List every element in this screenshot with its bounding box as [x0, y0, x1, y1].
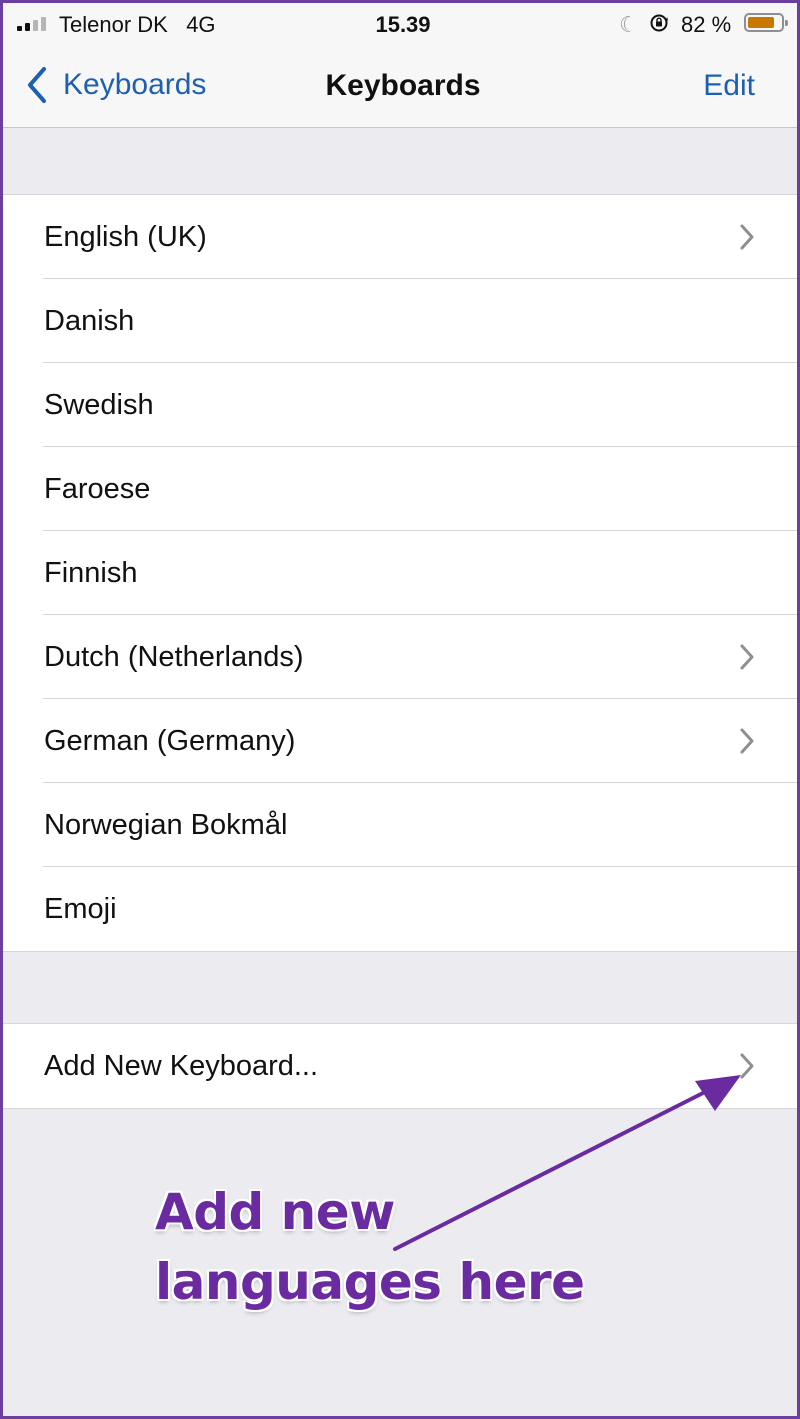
keyboard-row-swedish[interactable]: Swedish [3, 363, 797, 447]
keyboard-label: Danish [44, 304, 135, 337]
keyboard-label: Emoji [44, 892, 117, 925]
keyboard-row-emoji[interactable]: Emoji [3, 867, 797, 951]
keyboard-row-dutch[interactable]: Dutch (Netherlands) [3, 615, 797, 699]
navigation-bar: Keyboards Keyboards Edit [3, 47, 797, 127]
chevron-right-icon [740, 224, 754, 250]
edit-button[interactable]: Edit [703, 69, 755, 103]
keyboard-row-norwegian[interactable]: Norwegian Bokmål [3, 783, 797, 867]
orientation-lock-icon [650, 14, 668, 32]
keyboard-row-finnish[interactable]: Finnish [3, 531, 797, 615]
keyboard-label: Faroese [44, 472, 151, 505]
status-bar: Telenor DK 4G 15.39 ☾ 82 % [3, 3, 797, 47]
page-title: Keyboards [325, 69, 481, 102]
keyboard-row-faroese[interactable]: Faroese [3, 447, 797, 531]
chevron-right-icon [740, 728, 754, 754]
keyboard-label: Finnish [44, 556, 138, 589]
annotation-line-1: Add new [155, 1183, 395, 1241]
add-new-keyboard-row[interactable]: Add New Keyboard... [3, 1024, 797, 1108]
keyboard-label: English (UK) [44, 220, 207, 253]
moon-icon: ☾ [619, 12, 639, 37]
chevron-right-icon [740, 1053, 754, 1079]
chevron-right-icon [740, 644, 754, 670]
top-bar: Telenor DK 4G 15.39 ☾ 82 % Keyboards Key… [3, 3, 797, 128]
keyboards-list: English (UK) Danish Swedish Faroese Finn… [3, 194, 797, 952]
keyboard-label: Dutch (Netherlands) [44, 640, 304, 673]
keyboard-row-danish[interactable]: Danish [3, 279, 797, 363]
add-keyboard-label: Add New Keyboard... [44, 1049, 319, 1082]
battery-percent: 82 % [681, 12, 732, 37]
keyboard-row-german[interactable]: German (Germany) [3, 699, 797, 783]
screenshot-frame: Telenor DK 4G 15.39 ☾ 82 % Keyboards Key… [0, 0, 800, 1419]
annotation-text: Add new languages here [155, 1177, 585, 1317]
add-keyboard-group: Add New Keyboard... [3, 1023, 797, 1109]
keyboard-label: Norwegian Bokmål [44, 808, 288, 841]
keyboard-row-english-uk[interactable]: English (UK) [3, 195, 797, 279]
annotation-line-2: languages here [155, 1253, 585, 1311]
keyboard-label: Swedish [44, 388, 154, 421]
keyboard-label: German (Germany) [44, 724, 296, 757]
battery-icon [744, 13, 788, 32]
